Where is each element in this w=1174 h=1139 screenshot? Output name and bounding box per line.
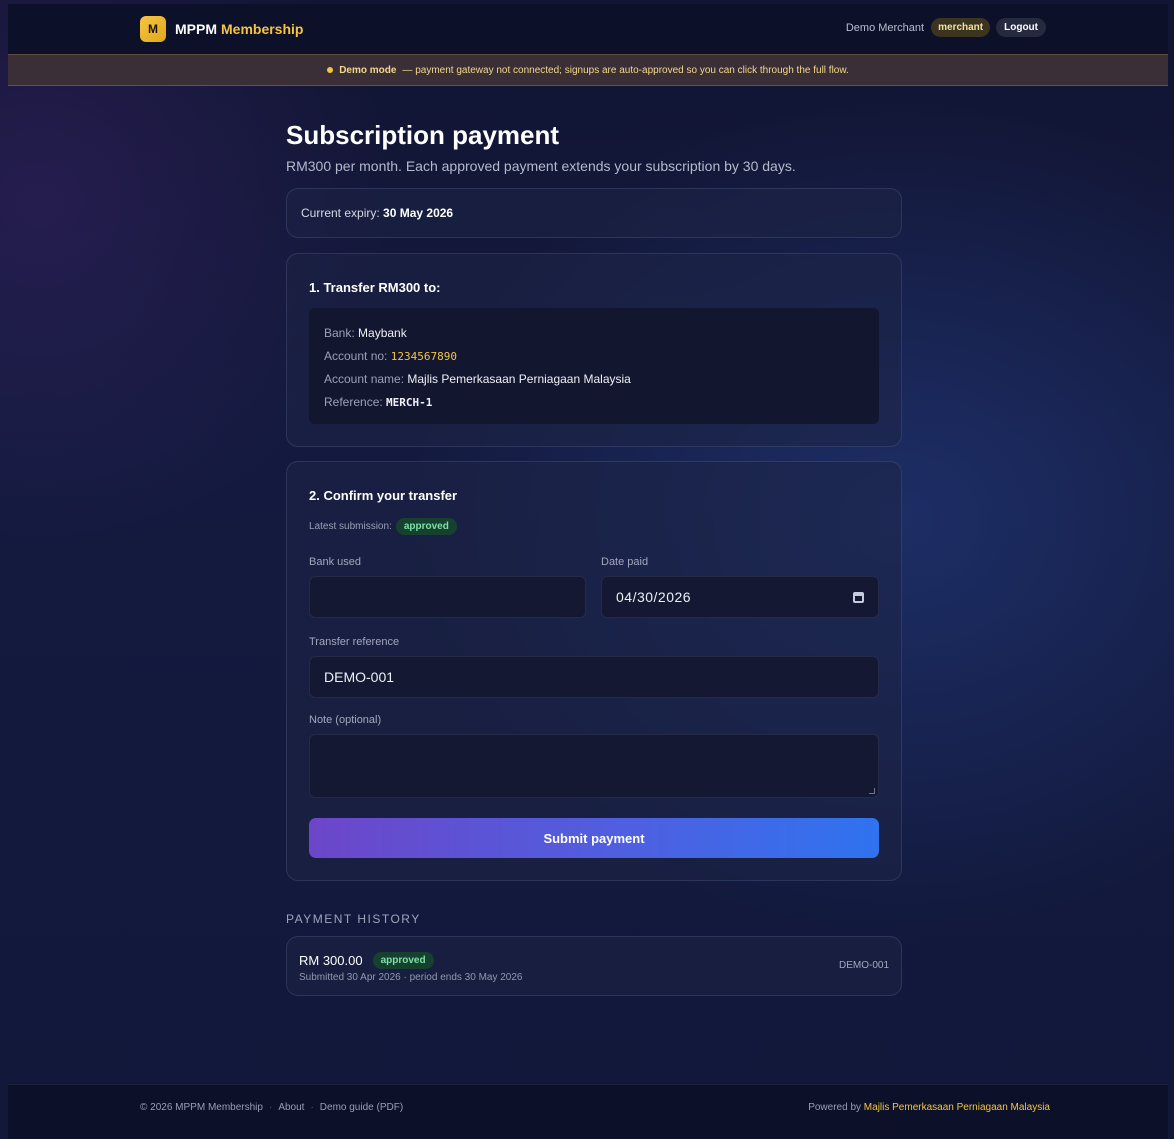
logout-button[interactable]: Logout bbox=[996, 18, 1046, 37]
history-reference: DEMO-001 bbox=[838, 960, 889, 971]
payment-history-heading: PAYMENT HISTORY bbox=[286, 912, 421, 926]
history-meta: Submitted 30 Apr 2026 · period ends 30 M… bbox=[299, 972, 523, 983]
bank-label: Bank: bbox=[324, 326, 355, 340]
account-no-row: Account no: 1234567890 bbox=[324, 345, 864, 369]
brand-link[interactable]: M MPPM Membership bbox=[140, 16, 303, 42]
footer-about-link[interactable]: About bbox=[278, 1102, 304, 1113]
user-name: Demo Merchant bbox=[845, 21, 925, 34]
bank-row: Bank: Maybank bbox=[324, 322, 864, 345]
footer-demo-guide-link[interactable]: Demo guide (PDF) bbox=[320, 1102, 403, 1113]
reference-row: Reference: MERCH-1 bbox=[324, 391, 864, 415]
date-paid-label: Date paid bbox=[601, 556, 649, 568]
confirm-title: 2. Confirm your transfer bbox=[309, 488, 458, 503]
top-navbar: M MPPM Membership Demo Merchant merchant… bbox=[8, 4, 1168, 54]
confirm-transfer-card: 2. Confirm your transfer Latest submissi… bbox=[286, 461, 902, 881]
resize-handle-icon[interactable] bbox=[869, 788, 875, 794]
transfer-instructions-card: 1. Transfer RM300 to: Bank: Maybank Acco… bbox=[286, 253, 902, 447]
powered-by-label: Powered by bbox=[808, 1102, 862, 1113]
transfer-title: 1. Transfer RM300 to: bbox=[309, 280, 441, 295]
demo-mode-banner: Demo mode — payment gateway not connecte… bbox=[8, 54, 1168, 86]
footer-org-link[interactable]: Majlis Pemerkasaan Perniagaan Malaysia bbox=[864, 1102, 1050, 1113]
page-subtitle: RM300 per month. Each approved payment e… bbox=[286, 158, 796, 174]
brand-logo-icon: M bbox=[140, 16, 166, 42]
expiry-value: 30 May 2026 bbox=[383, 206, 454, 220]
transfer-reference-input[interactable]: DEMO-001 bbox=[309, 656, 879, 698]
footer-powered-by: Powered by Majlis Pemerkasaan Perniagaan… bbox=[808, 1102, 1050, 1113]
status-badge: approved bbox=[395, 518, 457, 535]
submit-payment-button[interactable]: Submit payment bbox=[309, 818, 879, 858]
date-paid-input[interactable]: 04/30/2026 bbox=[601, 576, 879, 618]
account-name-row: Account name: Majlis Pemerkasaan Perniag… bbox=[324, 368, 864, 391]
brand-accent: Membership bbox=[221, 21, 304, 37]
bank-value: Maybank bbox=[358, 326, 407, 340]
latest-submission-label: Latest submission: bbox=[309, 521, 392, 532]
user-area: Demo Merchant merchant Logout bbox=[846, 18, 1046, 37]
page-title: Subscription payment bbox=[286, 120, 560, 150]
bank-used-input[interactable] bbox=[309, 576, 586, 618]
warning-dot-icon bbox=[327, 67, 334, 73]
demo-mode-message: — payment gateway not connected; signups… bbox=[402, 64, 849, 76]
expiry-card: Current expiry: 30 May 2026 bbox=[286, 188, 902, 238]
footer: © 2026 MPPM Membership · About · Demo gu… bbox=[8, 1084, 1168, 1139]
demo-mode-label: Demo mode bbox=[339, 64, 397, 76]
footer-separator: · bbox=[268, 1102, 273, 1113]
app-frame: M MPPM Membership Demo Merchant merchant… bbox=[8, 4, 1168, 1139]
account-name-value: Majlis Pemerkasaan Perniagaan Malaysia bbox=[407, 372, 631, 386]
account-no-value: 1234567890 bbox=[390, 349, 457, 363]
account-name-label: Account name: bbox=[324, 372, 405, 386]
history-amount: RM 300.00 bbox=[299, 953, 363, 968]
bank-used-label: Bank used bbox=[309, 556, 361, 568]
footer-links: © 2026 MPPM Membership · About · Demo gu… bbox=[140, 1102, 403, 1113]
transfer-reference-label: Transfer reference bbox=[309, 636, 400, 648]
history-amount-row: RM 300.00 approved bbox=[299, 952, 434, 969]
reference-label: Reference: bbox=[324, 394, 383, 409]
note-label: Note (optional) bbox=[309, 714, 382, 726]
expiry-label: Current expiry: bbox=[301, 206, 380, 220]
footer-separator: · bbox=[310, 1102, 314, 1113]
note-textarea[interactable] bbox=[309, 734, 879, 798]
footer-copyright: © 2026 MPPM Membership bbox=[140, 1102, 263, 1113]
bank-details: Bank: Maybank Account no: 1234567890 Acc… bbox=[309, 308, 879, 424]
role-badge: merchant bbox=[931, 18, 991, 37]
brand-name: MPPM bbox=[175, 21, 217, 37]
status-badge: approved bbox=[372, 952, 434, 969]
calendar-icon[interactable] bbox=[853, 592, 864, 603]
date-paid-value: 04/30/2026 bbox=[616, 589, 692, 605]
account-no-label: Account no: bbox=[324, 348, 388, 363]
payment-history-item: RM 300.00 approved Submitted 30 Apr 2026… bbox=[286, 936, 902, 996]
latest-submission: Latest submission: approved bbox=[309, 518, 457, 535]
reference-value: MERCH-1 bbox=[386, 395, 433, 409]
